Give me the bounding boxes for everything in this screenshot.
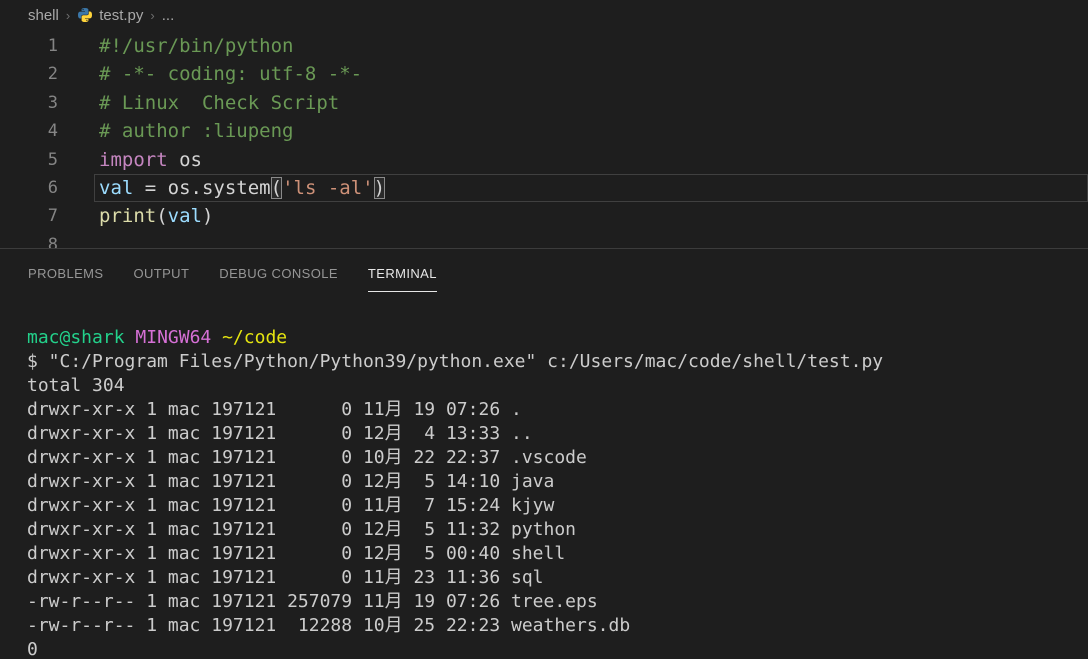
breadcrumb-item-file[interactable]: test.py [99, 7, 143, 24]
code-editor[interactable]: 1 #!/usr/bin/python 2 # -*- coding: utf-8 -… [0, 30, 1088, 248]
code-token: 'ls -al' [282, 177, 374, 199]
terminal-line: total 304 [27, 374, 1088, 398]
terminal-prompt-segment: MINGW64 [135, 327, 211, 348]
line-number: 2 [0, 60, 58, 88]
code-token: # -*- coding: utf-8 -*- [99, 63, 362, 85]
code-token: import [99, 149, 168, 171]
terminal-line: -rw-r--r-- 1 mac 197121 12288 10月 25 22:… [27, 614, 1088, 638]
code-token: ) [374, 177, 385, 199]
code-token: ( [156, 205, 167, 227]
panel-tab-output[interactable]: OUTPUT [133, 249, 189, 297]
code-token: #!/usr/bin/python [99, 35, 293, 57]
code-token: # Linux Check Script [99, 92, 339, 114]
panel-tab-problems[interactable]: PROBLEMS [28, 249, 103, 297]
code-line[interactable]: 5import os [0, 146, 1088, 174]
terminal-line: drwxr-xr-x 1 mac 197121 0 11月 23 11:36 s… [27, 566, 1088, 590]
terminal-prompt-segment: ~/code [222, 327, 287, 348]
terminal-prompt-segment [125, 327, 136, 348]
code-line[interactable]: 8 [0, 231, 1088, 248]
panel-tab-debug-console[interactable]: DEBUG CONSOLE [219, 249, 338, 297]
code-line[interactable]: 7print(val) [0, 202, 1088, 230]
code-text: # -*- coding: utf-8 -*- [58, 60, 362, 88]
line-number: 3 [0, 89, 58, 117]
line-number: 4 [0, 117, 58, 145]
code-text: import os [58, 146, 202, 174]
code-text: # author :liupeng [58, 117, 293, 145]
code-token: os [168, 149, 202, 171]
code-text: val = os.system('ls -al') [58, 174, 385, 202]
terminal-line: drwxr-xr-x 1 mac 197121 0 11月 19 07:26 . [27, 398, 1088, 422]
line-number: 6 [0, 174, 58, 202]
code-line[interactable]: 4 # author :liupeng [0, 117, 1088, 145]
code-line[interactable]: 3 # Linux Check Script [0, 89, 1088, 117]
code-token: ( [271, 177, 282, 199]
chevron-right-icon: › [150, 8, 154, 23]
line-number: 1 [0, 32, 58, 60]
code-token: print [99, 205, 156, 227]
python-icon [77, 7, 93, 23]
code-token: # author :liupeng [99, 120, 293, 142]
line-number: 7 [0, 202, 58, 230]
bottom-panel: PROBLEMS OUTPUT DEBUG CONSOLE TERMINAL mac@… [0, 248, 1088, 659]
terminal-line: drwxr-xr-x 1 mac 197121 0 12月 5 11:32 py… [27, 518, 1088, 542]
breadcrumb-item-symbol[interactable]: ... [162, 7, 175, 24]
code-line[interactable]: 6val = os.system('ls -al') [0, 174, 1088, 202]
terminal-line: drwxr-xr-x 1 mac 197121 0 10月 22 22:37 .… [27, 446, 1088, 470]
terminal-line: drwxr-xr-x 1 mac 197121 0 12月 4 13:33 .. [27, 422, 1088, 446]
terminal-prompt-segment [211, 327, 222, 348]
terminal-line: 0 [27, 638, 1088, 659]
code-token: = [133, 177, 167, 199]
terminal-prompt: mac@shark MINGW64 ~/code [27, 326, 1088, 350]
terminal-line: drwxr-xr-x 1 mac 197121 0 12月 5 00:40 sh… [27, 542, 1088, 566]
terminal-line: drwxr-xr-x 1 mac 197121 0 12月 5 14:10 ja… [27, 470, 1088, 494]
terminal-line: $ "C:/Program Files/Python/Python39/pyth… [27, 350, 1088, 374]
code-token: os.system [168, 177, 271, 199]
code-text: print(val) [58, 202, 213, 230]
breadcrumb-item-folder[interactable]: shell [28, 7, 59, 24]
panel-tab-terminal[interactable]: TERMINAL [368, 249, 437, 297]
code-token: val [99, 177, 133, 199]
code-token: val [168, 205, 202, 227]
line-number: 5 [0, 146, 58, 174]
chevron-right-icon: › [66, 8, 70, 23]
terminal[interactable]: mac@shark MINGW64 ~/code$ "C:/Program Fi… [0, 297, 1088, 659]
code-text [58, 231, 99, 248]
code-line[interactable]: 1 #!/usr/bin/python [0, 32, 1088, 60]
code-text: #!/usr/bin/python [58, 32, 293, 60]
code-token: ) [202, 205, 213, 227]
line-number: 8 [0, 231, 58, 248]
breadcrumb: shell › test.py › ... [0, 0, 1088, 30]
terminal-line: -rw-r--r-- 1 mac 197121 257079 11月 19 07… [27, 590, 1088, 614]
code-text: # Linux Check Script [58, 89, 339, 117]
code-line[interactable]: 2 # -*- coding: utf-8 -*- [0, 60, 1088, 88]
panel-tab-bar: PROBLEMS OUTPUT DEBUG CONSOLE TERMINAL [0, 249, 1088, 297]
vscode-window: shell › test.py › ... 1 #!/usr/bin/python… [0, 0, 1088, 659]
terminal-line: drwxr-xr-x 1 mac 197121 0 11月 7 15:24 kj… [27, 494, 1088, 518]
terminal-prompt-segment: mac@shark [27, 327, 125, 348]
